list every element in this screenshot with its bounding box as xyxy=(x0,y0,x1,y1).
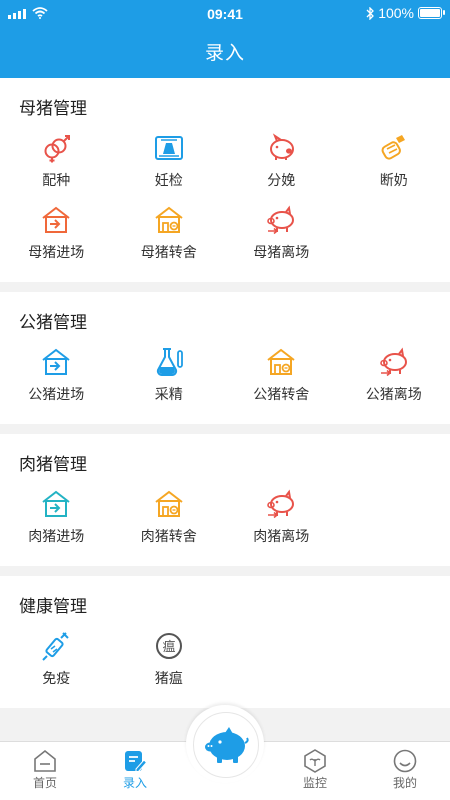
gender-icon xyxy=(40,132,72,164)
status-right: 100% xyxy=(366,5,445,21)
section-1: 公猪管理公猪进场 采精 公猪转舍 公猪离场 xyxy=(0,292,450,424)
entry-label: 公猪转舍 xyxy=(253,386,310,402)
entry-label: 母猪进场 xyxy=(28,244,85,260)
battery-icon xyxy=(418,7,445,19)
house-in-icon xyxy=(40,204,72,236)
house-transfer-icon xyxy=(153,488,185,520)
section-0: 母猪管理配种 妊检 分娩 断奶母猪进场 母猪转舍 母猪离场 xyxy=(0,78,450,282)
tab-label: 录入 xyxy=(122,776,147,790)
entry-item[interactable]: 肉猪进场 xyxy=(0,484,113,556)
entry-label: 公猪离场 xyxy=(365,386,422,402)
smile-icon xyxy=(392,748,418,774)
section-title: 健康管理 xyxy=(19,597,87,616)
pig-out-icon xyxy=(265,488,297,520)
entry-label: 妊检 xyxy=(154,172,183,188)
tab-4[interactable]: 我的 xyxy=(360,742,450,800)
top-bar: 09:41 100% 录入 xyxy=(0,0,450,78)
edit-icon xyxy=(122,748,148,774)
entry-label: 免疫 xyxy=(42,670,71,686)
entry-label: 配种 xyxy=(42,172,71,188)
home-icon xyxy=(32,748,58,774)
piggy-icon xyxy=(265,132,297,164)
entry-item[interactable]: 妊检 xyxy=(113,128,226,200)
tab-label: 监控 xyxy=(302,776,327,790)
entry-item[interactable]: 分娩 xyxy=(225,128,338,200)
house-in-icon xyxy=(40,346,72,378)
entry-label: 肉猪进场 xyxy=(28,528,85,544)
monitor-icon xyxy=(302,748,328,774)
entry-item[interactable]: 公猪进场 xyxy=(0,342,113,414)
pig-icon xyxy=(205,727,249,763)
status-bar: 09:41 100% xyxy=(0,0,450,28)
icon-grid: 免疫 瘟猪瘟 xyxy=(0,618,450,698)
entry-item[interactable]: 母猪离场 xyxy=(225,200,338,272)
tab-label: 首页 xyxy=(32,776,57,790)
icon-grid: 肉猪进场 肉猪转舍 肉猪离场 xyxy=(0,476,450,556)
syringe-icon xyxy=(40,630,72,662)
entry-label: 母猪转舍 xyxy=(140,244,197,260)
tab-label: 我的 xyxy=(392,776,417,790)
battery-percent: 100% xyxy=(378,5,414,21)
entry-item[interactable]: 公猪离场 xyxy=(338,342,450,414)
section-title: 公猪管理 xyxy=(19,313,87,332)
entry-item[interactable]: 采精 xyxy=(113,342,226,414)
entry-item[interactable]: 公猪转舍 xyxy=(225,342,338,414)
svg-text:瘟: 瘟 xyxy=(162,639,175,655)
entry-label: 肉猪转舍 xyxy=(140,528,197,544)
tab-1[interactable]: 录入 xyxy=(90,742,180,800)
center-pig-button[interactable] xyxy=(193,712,259,778)
entry-item[interactable]: 配种 xyxy=(0,128,113,200)
bottle-icon xyxy=(378,132,410,164)
tab-3[interactable]: 监控 xyxy=(270,742,360,800)
entry-label: 采精 xyxy=(154,386,183,402)
entry-label: 肉猪离场 xyxy=(253,528,310,544)
flask-icon xyxy=(153,346,185,378)
disease-icon: 瘟 xyxy=(153,630,185,662)
entry-label: 公猪进场 xyxy=(28,386,85,402)
icon-grid: 配种 妊检 分娩 断奶母猪进场 母猪转舍 母猪离场 xyxy=(0,120,450,272)
section-3: 健康管理免疫 瘟猪瘟 xyxy=(0,576,450,708)
tab-0[interactable]: 首页 xyxy=(0,742,90,800)
entry-item[interactable]: 母猪转舍 xyxy=(113,200,226,272)
entry-item[interactable]: 肉猪转舍 xyxy=(113,484,226,556)
house-transfer-icon xyxy=(265,346,297,378)
entry-item[interactable]: 瘟猪瘟 xyxy=(113,626,226,698)
content: 母猪管理 配种 妊检 分娩 断奶 母猪进场 母猪转舍 母猪离场 公猪管理 公猪进场 采精 公猪转舍 公猪… xyxy=(0,78,450,718)
entry-label: 母猪离场 xyxy=(253,244,310,260)
page-title: 录入 xyxy=(204,43,245,64)
entry-item[interactable]: 免疫 xyxy=(0,626,113,698)
entry-item[interactable]: 母猪进场 xyxy=(0,200,113,272)
entry-item[interactable]: 断奶 xyxy=(338,128,450,200)
pig-out-icon xyxy=(378,346,410,378)
icon-grid: 公猪进场 采精 公猪转舍 公猪离场 xyxy=(0,334,450,414)
entry-label: 猪瘟 xyxy=(154,670,183,686)
entry-label: 分娩 xyxy=(267,172,296,188)
entry-item[interactable]: 肉猪离场 xyxy=(225,484,338,556)
section-title: 肉猪管理 xyxy=(19,455,87,474)
bluetooth-icon xyxy=(366,6,375,20)
house-in-icon xyxy=(40,488,72,520)
section-2: 肉猪管理肉猪进场 肉猪转舍 肉猪离场 xyxy=(0,434,450,566)
house-transfer-icon xyxy=(153,204,185,236)
pig-out-icon xyxy=(265,204,297,236)
ultrasound-icon xyxy=(153,132,185,164)
entry-label: 断奶 xyxy=(379,172,408,188)
section-title: 母猪管理 xyxy=(19,99,87,118)
